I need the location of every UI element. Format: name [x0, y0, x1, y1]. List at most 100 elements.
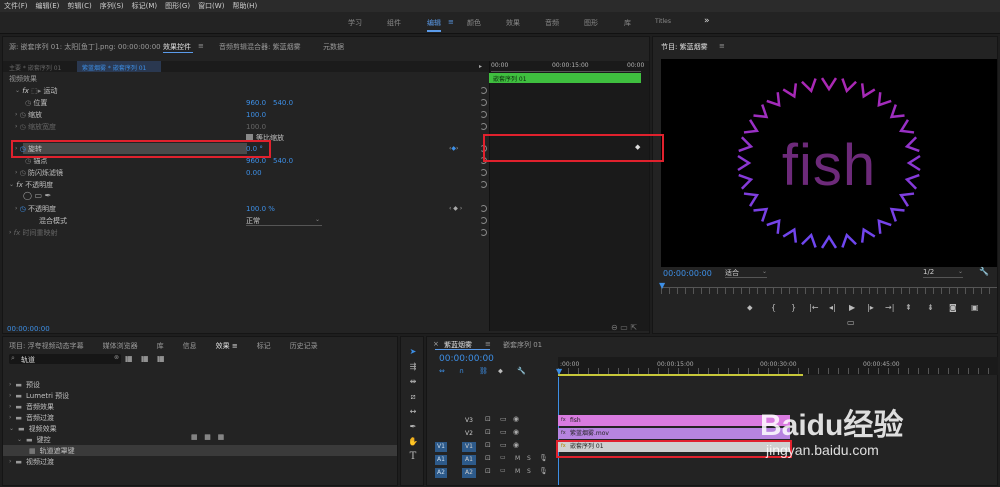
playhead-icon[interactable]: ▼: [556, 367, 562, 376]
effects-tree-item[interactable]: › ▬ 音频过渡: [3, 412, 397, 423]
mute-button[interactable]: M: [515, 468, 520, 475]
collapse-chevron-icon[interactable]: ⌄: [17, 436, 22, 443]
scale-value[interactable]: 100.0: [246, 109, 266, 120]
add-marker-icon[interactable]: ⬥: [747, 303, 753, 313]
lock-icon[interactable]: ⊡: [485, 467, 491, 475]
toggle-output-icon[interactable]: ▭: [500, 441, 507, 449]
accelerated-effects-icon[interactable]: ▦: [125, 354, 133, 363]
blend-mode-dropdown[interactable]: 正常 ⌄: [246, 216, 322, 226]
expand-chevron-icon[interactable]: ›: [15, 205, 17, 212]
expand-chevron-icon[interactable]: ›: [15, 123, 17, 130]
menu-sequence[interactable]: 序列(S): [100, 1, 124, 11]
microphone-icon[interactable]: 🎙: [539, 467, 548, 475]
workspace-edit[interactable]: 编辑: [427, 18, 441, 32]
hand-tool-icon[interactable]: ✋: [408, 437, 418, 447]
stopwatch-icon[interactable]: ◷: [20, 169, 26, 177]
track-target[interactable]: V2: [462, 429, 476, 439]
ec-timecode[interactable]: 00:00:00:00: [7, 325, 50, 333]
workspace-titles[interactable]: Titles: [655, 18, 671, 25]
panel-menu-icon[interactable]: ≡: [198, 42, 204, 50]
track-target[interactable]: V3: [462, 416, 476, 426]
mark-in-icon[interactable]: {: [771, 303, 776, 313]
visibility-eye-icon[interactable]: ◉: [513, 415, 519, 423]
reset-icon[interactable]: [480, 99, 487, 106]
ec-footer-icons[interactable]: ⊖ ▭ ⇱: [611, 323, 637, 332]
workspace-assembly[interactable]: 组件: [387, 18, 401, 28]
menu-file[interactable]: 文件(F): [4, 1, 28, 11]
keyframe-nav[interactable]: ‹ ◆ ›: [449, 203, 462, 214]
tab-libraries[interactable]: 库: [157, 341, 164, 350]
pen-tool-icon[interactable]: ✒: [408, 422, 418, 432]
anchor-y-value[interactable]: 540.0: [273, 155, 293, 166]
comparison-view-icon[interactable]: ▣: [971, 303, 979, 313]
panel-menu-icon[interactable]: ≡: [719, 42, 725, 50]
clear-search-icon[interactable]: ⊗: [114, 354, 119, 361]
step-back-icon[interactable]: ◂|: [829, 303, 836, 313]
program-video-frame[interactable]: fish: [661, 59, 997, 267]
effects-tree-item[interactable]: › ▬ 预设: [3, 379, 397, 390]
expand-chevron-icon[interactable]: ›: [9, 381, 11, 388]
play-icon[interactable]: ▶: [849, 303, 855, 313]
ellipse-mask-icon[interactable]: ◯: [23, 191, 32, 200]
track-target[interactable]: A1: [462, 455, 476, 465]
zoom-dropdown[interactable]: 适合 ⌄: [725, 268, 767, 278]
expand-icon[interactable]: ▸: [479, 63, 482, 70]
fx-badge[interactable]: fx: [16, 181, 23, 189]
tab-timeline-nested[interactable]: 嵌套序列 01: [503, 340, 542, 350]
tab-metadata[interactable]: 元数据: [323, 42, 344, 52]
button-editor-icon[interactable]: ▭: [847, 318, 855, 328]
mark-out-icon[interactable]: }: [791, 303, 796, 313]
menu-help[interactable]: 帮助(H): [232, 1, 257, 11]
lock-icon[interactable]: ⊡: [485, 415, 491, 423]
reset-icon[interactable]: [480, 111, 487, 118]
expand-chevron-icon[interactable]: ›: [9, 458, 11, 465]
yuv-effects-icon[interactable]: ▦: [157, 354, 165, 363]
workspace-color[interactable]: 颜色: [467, 18, 481, 28]
expand-chevron-icon[interactable]: ›: [9, 414, 11, 421]
motion-row[interactable]: ⌄ fx ⬚▸ 运动: [15, 85, 57, 96]
tab-source[interactable]: 源: 嵌套序列 01: 太阳[鱼丁].png: 00:00:00:00: [9, 42, 161, 52]
razor-tool-icon[interactable]: ⧄: [408, 392, 418, 402]
expand-chevron-icon[interactable]: ›: [9, 403, 11, 410]
add-marker-icon[interactable]: ⬥: [498, 367, 503, 376]
lock-icon[interactable]: ⊡: [485, 454, 491, 462]
tab-project[interactable]: 项目: 浮夸视频动态字幕: [9, 341, 84, 350]
reset-icon[interactable]: [480, 217, 487, 224]
wrench-icon[interactable]: 🔧: [979, 267, 989, 276]
menu-marker[interactable]: 标记(M): [132, 1, 158, 11]
track-select-tool-icon[interactable]: ⇶: [408, 362, 418, 372]
slip-tool-icon[interactable]: ↔: [408, 407, 418, 417]
selection-tool-icon[interactable]: ➤: [408, 347, 418, 357]
timeline-clip[interactable]: fx fish: [558, 415, 790, 426]
track-target[interactable]: V1: [462, 442, 476, 452]
solo-button[interactable]: S: [527, 455, 531, 462]
linked-selection-icon[interactable]: ⛓: [479, 367, 488, 375]
mute-button[interactable]: M: [515, 455, 520, 462]
go-to-in-icon[interactable]: |←: [809, 303, 818, 313]
lift-icon[interactable]: ⇞: [905, 303, 912, 313]
timeline-timecode[interactable]: 00:00:00:00: [439, 354, 494, 364]
menu-graphics[interactable]: 图形(G): [165, 1, 190, 11]
workspace-effects[interactable]: 效果: [506, 18, 520, 28]
resolution-dropdown[interactable]: 1/2 ⌄: [923, 268, 963, 278]
track-target[interactable]: A2: [462, 468, 476, 478]
collapse-chevron-icon[interactable]: ⌄: [9, 181, 14, 188]
effects-tree-item[interactable]: › ▬ 音频效果: [3, 401, 397, 412]
tab-info[interactable]: 信息: [183, 341, 197, 350]
stopwatch-icon[interactable]: ◷: [20, 111, 26, 119]
expand-chevron-icon[interactable]: ›: [15, 111, 17, 118]
close-tab-icon[interactable]: ×: [433, 340, 439, 348]
snap-icon[interactable]: ∩: [459, 367, 464, 375]
time-remap-row[interactable]: › fx 时间重映射: [9, 227, 57, 238]
visibility-eye-icon[interactable]: ◉: [513, 441, 519, 449]
toggle-output-icon[interactable]: ▭: [500, 415, 507, 423]
pen-mask-icon[interactable]: ✒: [45, 191, 52, 200]
type-tool-icon[interactable]: T: [408, 452, 418, 462]
playhead-icon[interactable]: ▼: [659, 281, 665, 290]
work-area-bar[interactable]: [558, 374, 803, 376]
tab-effects[interactable]: 效果 ≡: [216, 341, 238, 350]
effects-tree-item[interactable]: › ▬ Lumetri 预设: [3, 390, 397, 401]
tab-markers[interactable]: 标记: [257, 341, 271, 350]
effects-search-input[interactable]: ⌕ 轨道 ⊗: [9, 354, 121, 364]
reset-icon[interactable]: [480, 87, 487, 94]
